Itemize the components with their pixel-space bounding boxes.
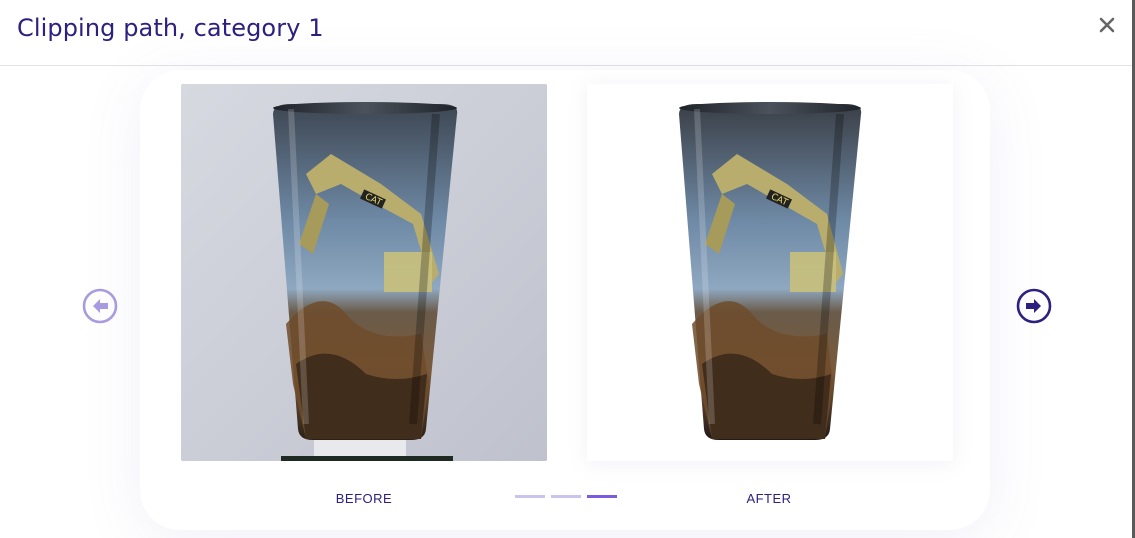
before-image: CAT — [181, 84, 547, 461]
next-button[interactable] — [1016, 288, 1052, 324]
slide-indicator-2[interactable] — [551, 495, 581, 498]
after-image: CAT — [587, 84, 953, 461]
close-icon — [1099, 17, 1115, 33]
slide-indicator-3[interactable] — [587, 495, 617, 498]
arrow-right-circle-icon — [1016, 288, 1052, 324]
arrow-left-circle-icon — [82, 288, 118, 324]
slide-indicator-1[interactable] — [515, 495, 545, 498]
modal-header: Clipping path, category 1 — [0, 0, 1132, 66]
after-label: AFTER — [746, 491, 792, 506]
modal-title: Clipping path, category 1 — [17, 14, 324, 42]
before-label: BEFORE — [335, 491, 393, 506]
previous-button[interactable] — [82, 288, 118, 324]
close-button[interactable] — [1096, 14, 1118, 36]
modal-dialog: Clipping path, category 1 CAT CAT BEFORE… — [0, 0, 1135, 538]
slider-pagination — [515, 495, 619, 499]
